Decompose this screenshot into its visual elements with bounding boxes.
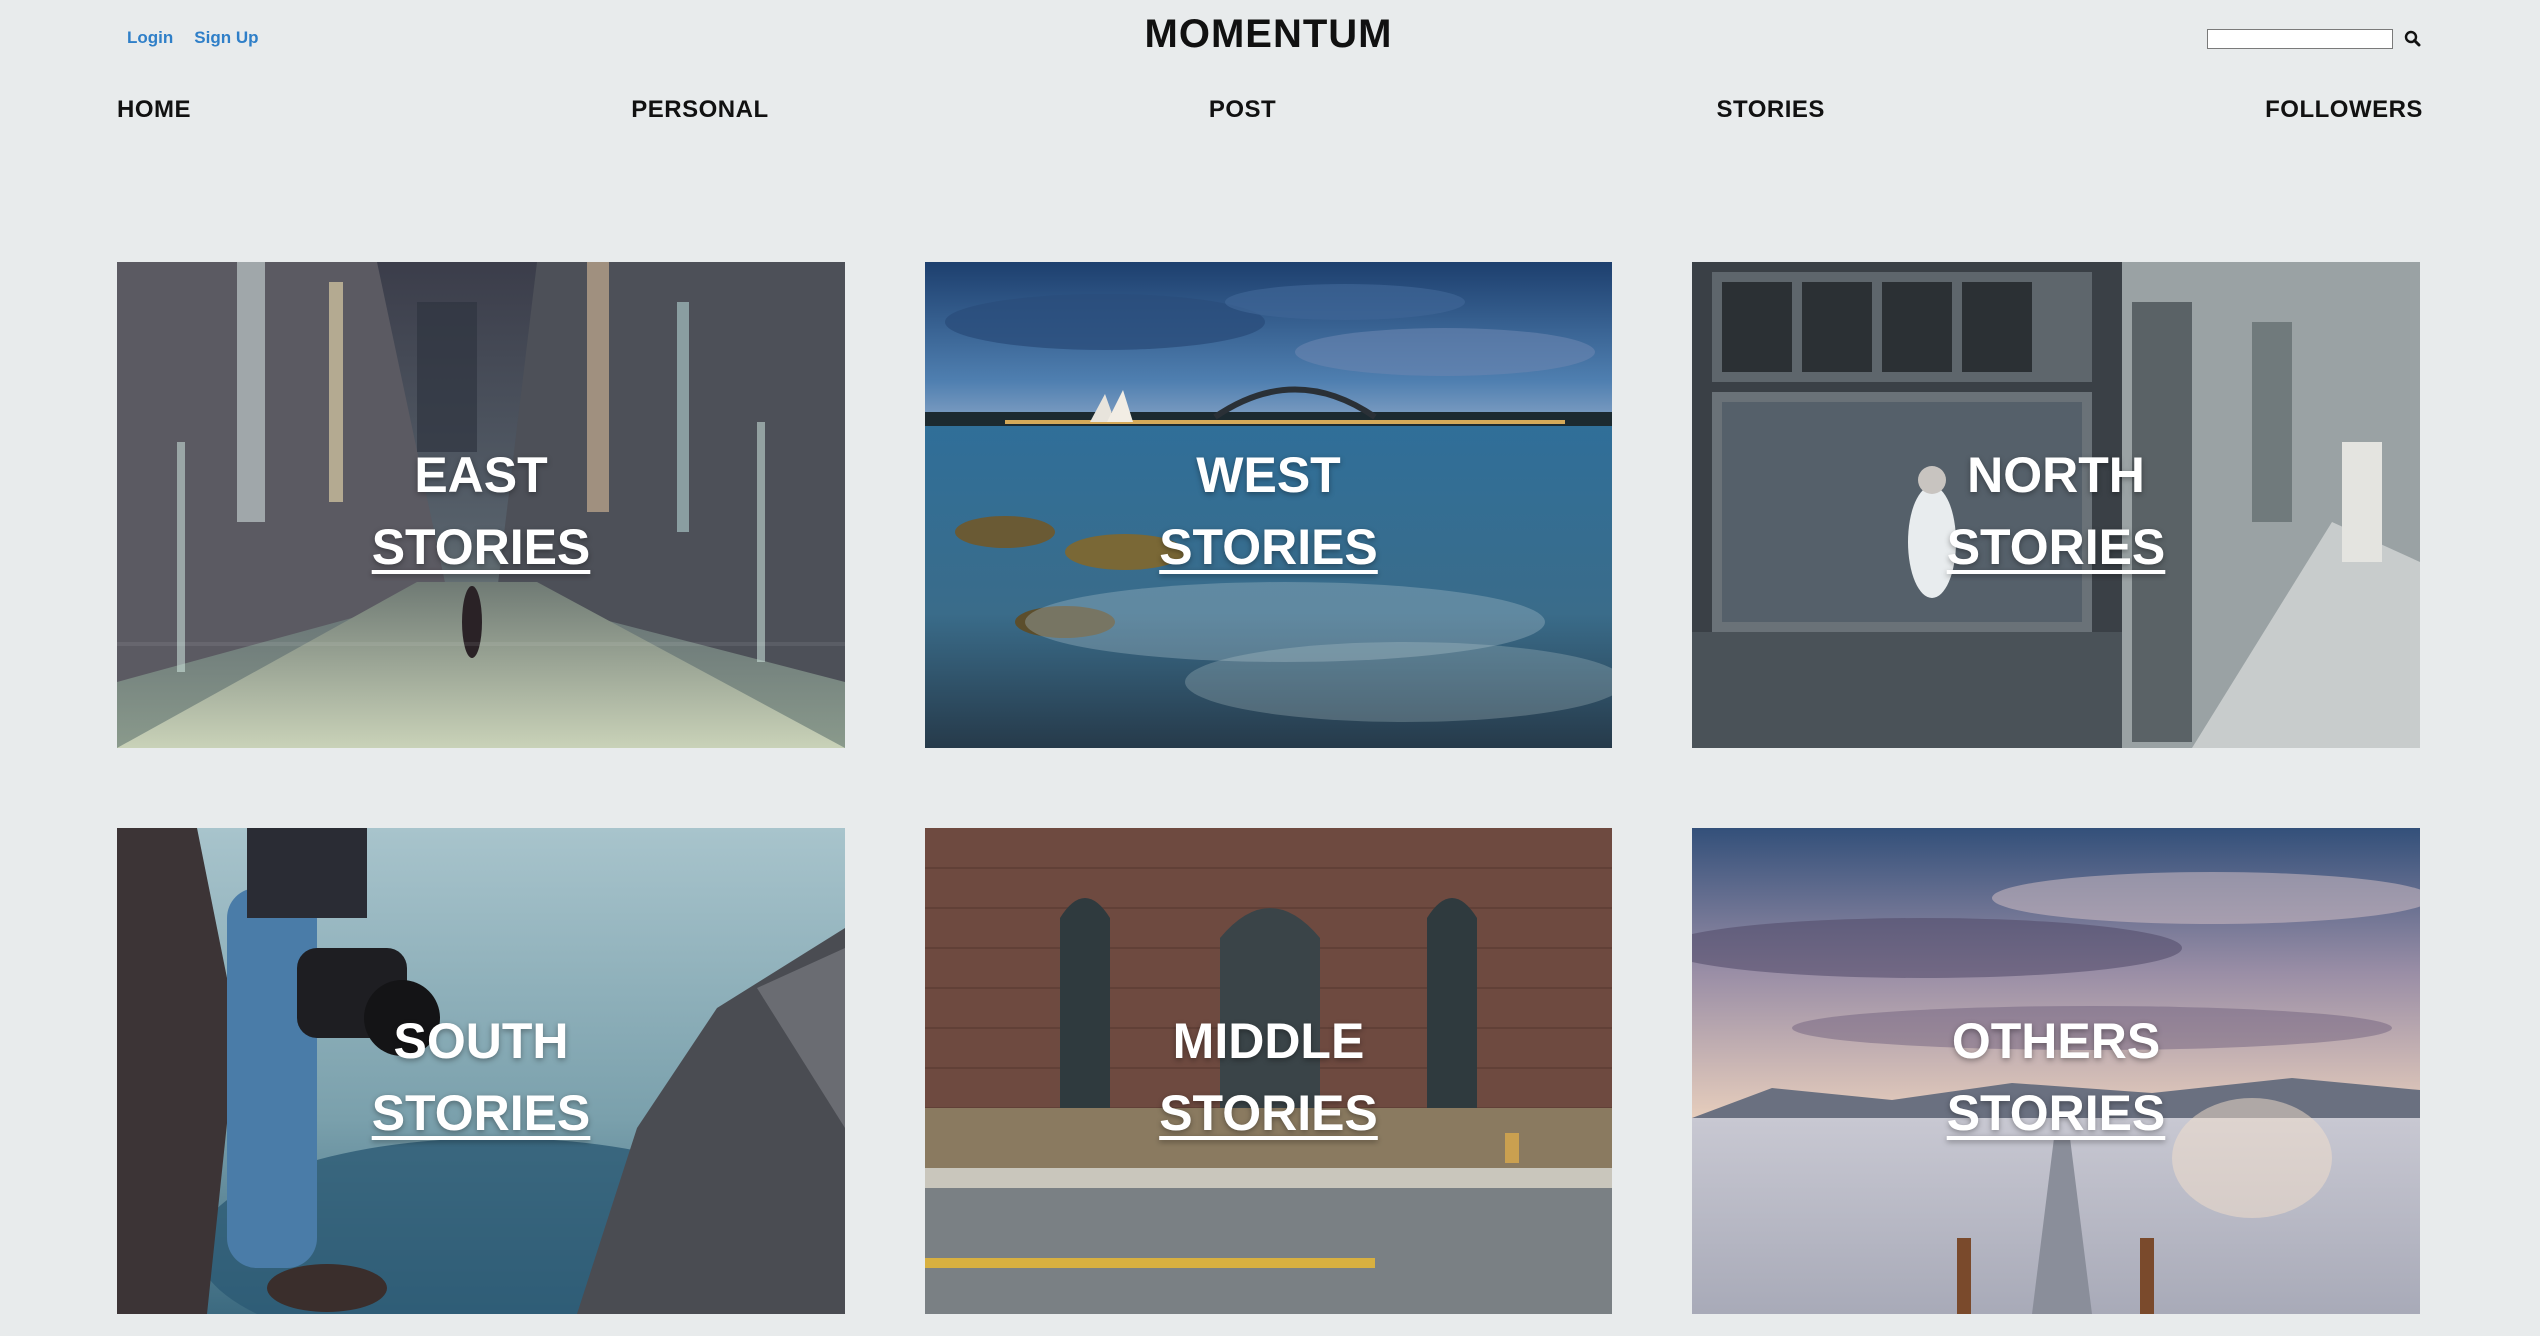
tile-title: NORTH	[1967, 447, 2145, 503]
nav-home[interactable]: HOME	[117, 96, 191, 124]
page: Login Sign Up MOMENTUM HOME PERSONAL POS…	[0, 0, 2540, 1336]
nav-personal[interactable]: PERSONAL	[631, 96, 768, 124]
tile-title: EAST	[414, 447, 548, 503]
story-tile-north[interactable]: NORTH STORIES	[1692, 262, 2420, 748]
tile-title: WEST	[1196, 447, 1341, 503]
tile-stories-link[interactable]: STORIES	[1159, 1077, 1378, 1149]
tile-caption: MIDDLE STORIES	[925, 828, 1612, 1314]
tile-caption: WEST STORIES	[925, 262, 1612, 748]
search-input[interactable]	[2207, 29, 2393, 49]
story-tile-east[interactable]: EAST STORIES	[117, 262, 845, 748]
tile-caption: SOUTH STORIES	[117, 828, 845, 1314]
tile-caption: OTHERS STORIES	[1692, 828, 2420, 1314]
tile-caption: EAST STORIES	[117, 262, 845, 748]
nav-stories[interactable]: STORIES	[1716, 96, 1824, 124]
site-logo-title[interactable]: MOMENTUM	[0, 12, 2537, 57]
tile-stories-link[interactable]: STORIES	[1159, 511, 1378, 583]
tile-title: SOUTH	[393, 1013, 569, 1069]
tile-stories-link[interactable]: STORIES	[372, 511, 591, 583]
nav-followers[interactable]: FOLLOWERS	[2265, 96, 2423, 124]
tile-title: OTHERS	[1951, 1013, 2161, 1069]
tile-title: MIDDLE	[1172, 1013, 1365, 1069]
tile-caption: NORTH STORIES	[1692, 262, 2420, 748]
story-tile-others[interactable]: OTHERS STORIES	[1692, 828, 2420, 1314]
story-tile-west[interactable]: WEST STORIES	[925, 262, 1612, 748]
tile-stories-link[interactable]: STORIES	[372, 1077, 591, 1149]
search-icon[interactable]	[2403, 29, 2423, 49]
tile-stories-link[interactable]: STORIES	[1947, 511, 2166, 583]
nav-post[interactable]: POST	[1209, 96, 1276, 124]
story-tile-middle[interactable]: MIDDLE STORIES	[925, 828, 1612, 1314]
main-nav: HOME PERSONAL POST STORIES FOLLOWERS	[117, 96, 2423, 124]
search-bar	[2207, 29, 2423, 49]
tile-stories-link[interactable]: STORIES	[1947, 1077, 2166, 1149]
story-tile-south[interactable]: SOUTH STORIES	[117, 828, 845, 1314]
